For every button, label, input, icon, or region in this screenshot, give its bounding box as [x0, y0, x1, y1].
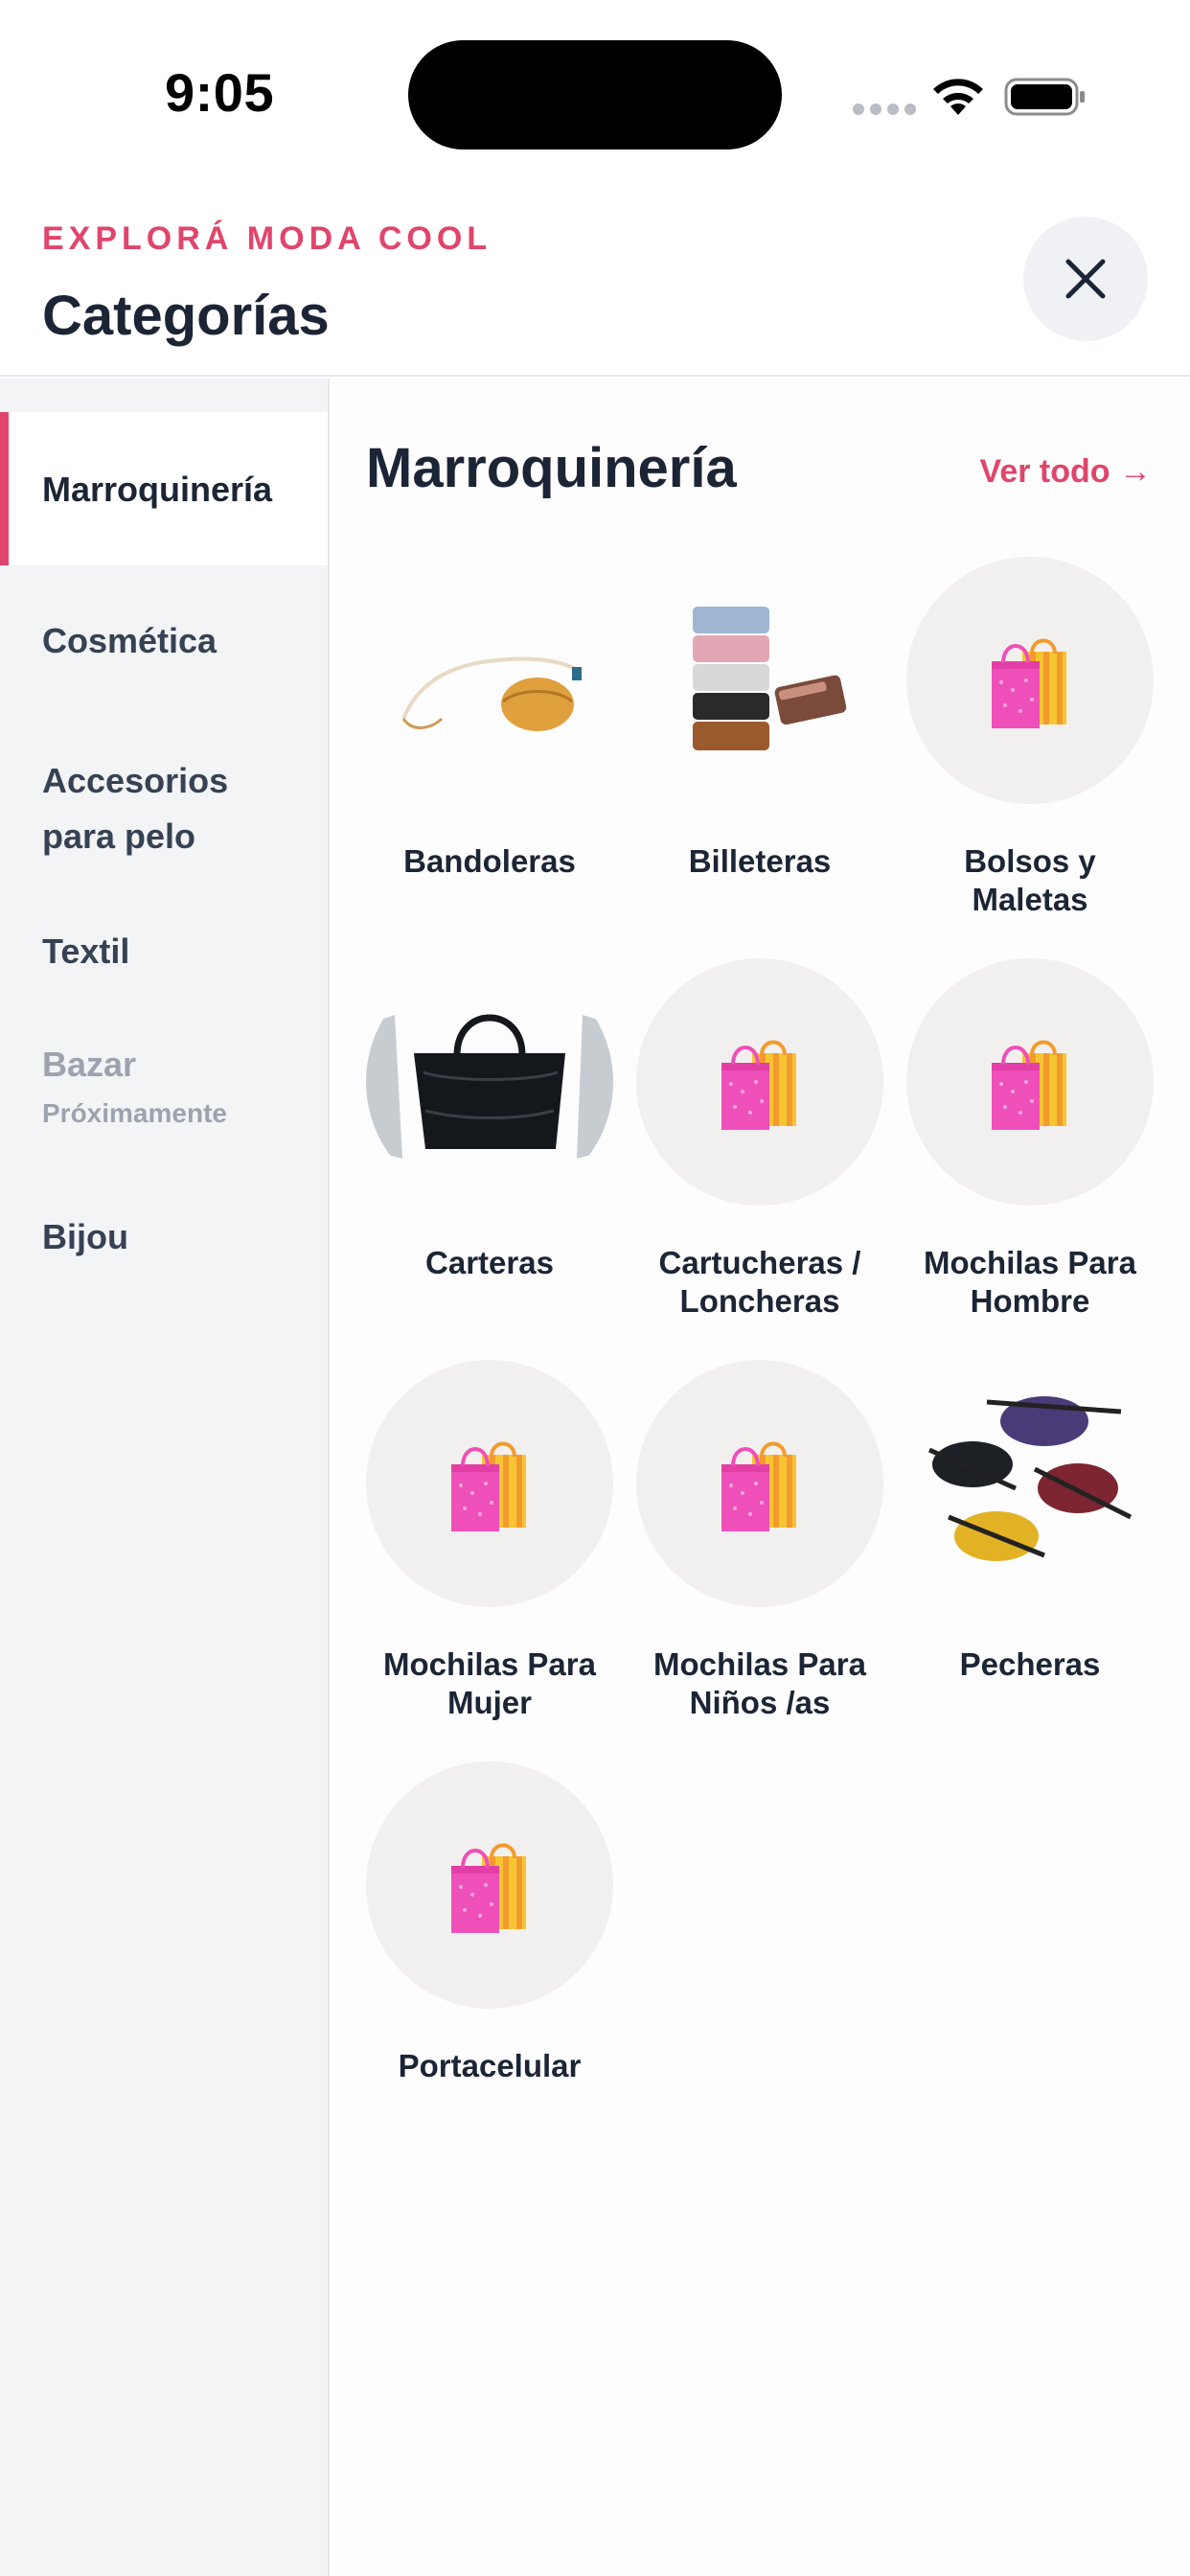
sidebar-item-label: Marroquinería [42, 470, 273, 509]
category-label: Bandoleras [403, 843, 576, 879]
close-icon [1065, 259, 1106, 299]
shopping-bags-icon [636, 958, 883, 1206]
shopping-bags-icon [636, 1360, 883, 1607]
category-label: Billeteras [688, 843, 832, 879]
sidebar-item-accesorios-para-pelo[interactable]: Accesorios para pelo [0, 719, 328, 891]
category-panel: Marroquinería Ver todo → Bandoleras Bill… [332, 379, 1190, 2576]
category-label: Mochilas Para Mujer [383, 1646, 596, 1720]
view-all-link[interactable]: Ver todo → [980, 453, 1152, 491]
section-title: Marroquinería [366, 437, 737, 499]
category-card-mochilas-para-mujer[interactable]: Mochilas Para Mujer [366, 1360, 613, 1722]
sidebar-item-label: Accesorios para pelo [42, 761, 229, 856]
category-sidebar: Marroquinería Cosmética Accesorios para … [0, 379, 330, 2576]
category-card-portacelular[interactable]: Portacelular [366, 1761, 613, 2085]
category-card-mochilas-para-ninos[interactable]: Mochilas Para Niños /as [636, 1360, 883, 1722]
dynamic-island [408, 40, 782, 150]
wifi-icon [933, 79, 983, 115]
shopping-bags-icon [906, 557, 1154, 804]
shopping-bags-icon [906, 958, 1154, 1206]
category-card-billeteras[interactable]: Billeteras [636, 557, 883, 881]
category-card-cartucheras-loncheras[interactable]: Cartucheras / Loncheras [636, 958, 883, 1321]
shopping-bags-icon [366, 1360, 613, 1607]
category-label: Portacelular [398, 2048, 582, 2083]
status-time: 9:05 [165, 62, 275, 123]
category-card-carteras[interactable]: Carteras [366, 958, 613, 1282]
category-card-pecheras[interactable]: Pecheras [906, 1360, 1154, 1684]
sidebar-item-label: Cosmética [42, 621, 217, 660]
category-label: Bolsos y Maletas [964, 843, 1096, 917]
crossbody-bag-photo [366, 557, 613, 804]
cellular-signal-icon [853, 104, 916, 115]
category-card-bolsos-y-maletas[interactable]: Bolsos y Maletas [906, 557, 1154, 919]
category-label: Carteras [425, 1245, 554, 1280]
category-card-bandoleras[interactable]: Bandoleras [366, 557, 613, 881]
status-bar: 9:05 [0, 0, 1190, 192]
header: EXPLORÁ MODA COOL Categorías [0, 192, 1190, 377]
battery-icon [1004, 78, 1085, 116]
sidebar-item-label: Bazar [42, 1045, 137, 1084]
sidebar-item-cosmetica[interactable]: Cosmética [0, 565, 328, 719]
sidebar-item-bazar: Bazar Próximamente [0, 1016, 328, 1188]
eyebrow-text: EXPLORÁ MODA COOL [42, 220, 492, 257]
page-title: Categorías [42, 285, 330, 347]
sidebar-item-label: Bijou [42, 1217, 128, 1256]
fanny-packs-photo [906, 1360, 1154, 1607]
coming-soon-label: Próximamente [42, 1098, 227, 1128]
sidebar-item-label: Textil [42, 932, 130, 971]
sidebar-item-textil[interactable]: Textil [0, 891, 328, 1016]
close-button[interactable] [1023, 217, 1148, 341]
shopping-bags-icon [366, 1761, 613, 2009]
handbag-photo [366, 958, 613, 1206]
wallets-photo [636, 557, 883, 804]
category-card-mochilas-para-hombre[interactable]: Mochilas Para Hombre [906, 958, 1154, 1321]
sidebar-item-marroquineria[interactable]: Marroquinería [0, 412, 328, 565]
sidebar-item-bijou[interactable]: Bijou [0, 1188, 328, 1313]
category-label: Mochilas Para Hombre [924, 1245, 1136, 1319]
category-label: Mochilas Para Niños /as [653, 1646, 866, 1720]
category-label: Pecheras [959, 1646, 1101, 1682]
category-label: Cartucheras / Loncheras [658, 1245, 861, 1319]
